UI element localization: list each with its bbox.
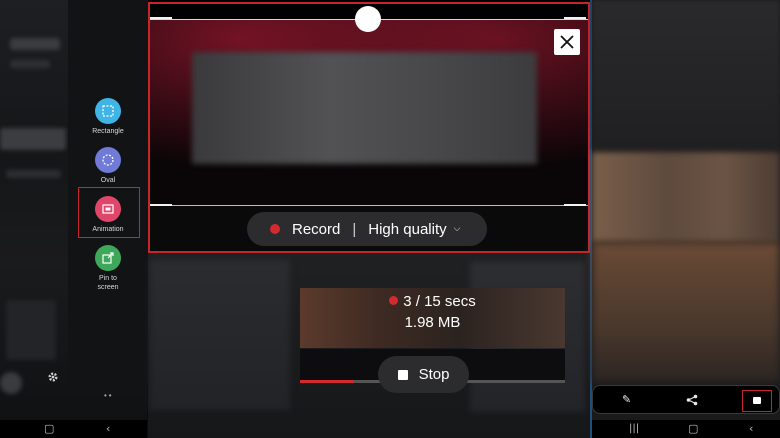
recording-time: 3 / 15 secs — [403, 293, 476, 310]
rectangle-tool-label: Rectangle — [92, 128, 124, 135]
drag-handle[interactable] — [355, 6, 381, 32]
recording-progress-fill — [300, 380, 353, 383]
animation-tool-highlight — [78, 187, 140, 238]
background-content — [592, 0, 780, 150]
record-separator: | — [352, 220, 357, 238]
home-icon[interactable]: ▢ — [44, 420, 54, 438]
preview-image — [592, 242, 780, 382]
oval-tool-label: Oval — [100, 177, 116, 184]
background-content — [150, 260, 290, 410]
preview-image — [592, 152, 780, 242]
edit-pencil-icon[interactable]: ✎ — [622, 394, 631, 406]
rectangle-tool[interactable]: Rectangle — [68, 98, 148, 136]
share-icon[interactable] — [686, 394, 698, 406]
pin-to-screen-tool-label: Pin to screen — [97, 275, 119, 291]
record-controls: Record | High quality ⌵ — [247, 212, 487, 246]
recording-size: 1.98 MB — [404, 314, 461, 331]
pin-to-screen-tool[interactable]: Pin to screen — [68, 245, 148, 292]
right-navigation-bar: ||| ▢ ‹ — [592, 420, 780, 438]
chevron-down-icon[interactable]: ⌵ — [454, 224, 461, 234]
oval-tool[interactable]: Oval — [68, 147, 148, 185]
save-download-icon[interactable] — [742, 390, 772, 412]
left-navigation-bar: ▢ ‹ — [0, 420, 147, 438]
stop-icon — [397, 369, 408, 380]
stop-button[interactable]: Stop — [378, 356, 469, 393]
back-icon[interactable]: ‹ — [106, 420, 110, 438]
close-button[interactable] — [554, 29, 580, 55]
download-glyph — [753, 397, 761, 404]
back-icon[interactable]: ‹ — [749, 420, 753, 438]
recording-indicator-icon — [389, 296, 399, 305]
record-button[interactable]: Record — [292, 221, 340, 238]
oval-select-icon — [95, 147, 121, 173]
record-dot-icon — [270, 224, 280, 234]
gear-icon[interactable] — [46, 370, 60, 384]
rectangle-select-icon — [95, 98, 121, 124]
panel-page-indicator: •• — [104, 391, 114, 400]
recording-status: 3 / 15 secs 1.98 MB — [300, 293, 565, 343]
recents-icon[interactable]: ||| — [629, 420, 639, 438]
stop-label: Stop — [418, 366, 450, 383]
pin-to-screen-icon — [95, 245, 121, 271]
home-icon[interactable]: ▢ — [688, 420, 698, 438]
quality-dropdown[interactable]: High quality — [368, 221, 446, 238]
close-icon — [560, 35, 574, 49]
